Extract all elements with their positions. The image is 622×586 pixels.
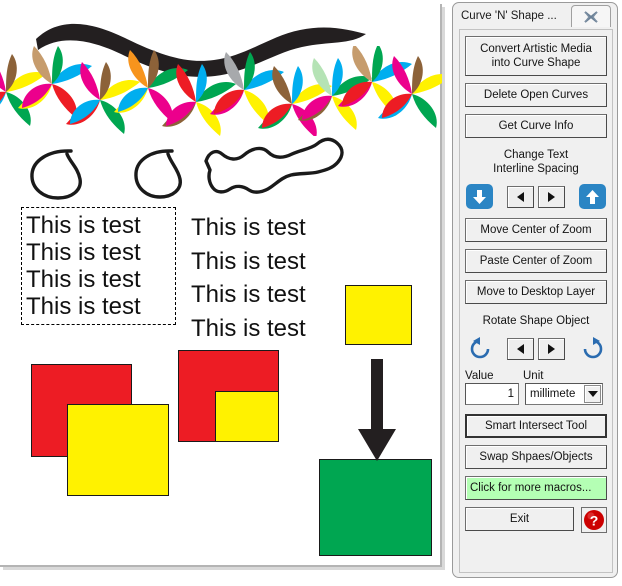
convert-label-line2: into Curve Shape [491, 57, 581, 69]
value-unit-fields: 1 millimete [465, 383, 607, 405]
get-curve-info-button[interactable]: Get Curve Info [465, 114, 607, 138]
help-question-icon: ? [584, 510, 604, 530]
triangle-right-icon [548, 343, 555, 354]
unit-selected-value: millimete [530, 388, 576, 400]
value-unit-labels: Value Unit [465, 370, 607, 382]
artwork-vector-layer [0, 23, 442, 200]
arrow-up-icon [586, 189, 599, 204]
interline-spacing-controls [465, 184, 607, 209]
svg-text:?: ? [590, 513, 599, 529]
text-line: This is test [191, 314, 306, 342]
move-to-desktop-layer-button[interactable]: Move to Desktop Layer [465, 280, 607, 304]
unit-dropdown-button[interactable] [584, 385, 601, 403]
interline-increase-button[interactable] [579, 184, 606, 209]
rotate-counterclockwise-icon [470, 336, 489, 358]
convert-artistic-media-button[interactable]: Convert Artistic Media into Curve Shape [465, 36, 607, 76]
text-line: This is test [26, 266, 141, 293]
interline-label-line1: Change Text [503, 149, 569, 161]
panel-footer: Exit ? [465, 507, 607, 533]
interline-decrease-button[interactable] [466, 184, 493, 209]
exit-button[interactable]: Exit [465, 507, 574, 531]
close-x-icon [584, 10, 598, 23]
curve-n-shape-panel: Curve 'N' Shape ... Convert Artistic Med… [452, 2, 618, 578]
rotate-shape-object-label: Rotate Shape Object [482, 315, 590, 327]
chevron-down-icon [587, 391, 598, 397]
text-block-selected[interactable]: This is test This is test This is test T… [21, 207, 176, 325]
text-line: This is test [26, 212, 141, 239]
help-button[interactable]: ? [581, 507, 607, 533]
rotate-clockwise-icon [583, 336, 602, 358]
panel-title: Curve 'N' Shape ... [461, 10, 557, 22]
interline-prev-button[interactable] [507, 185, 534, 208]
unit-select[interactable]: millimete [525, 383, 603, 405]
text-line: This is test [26, 293, 141, 320]
green-rectangle-1[interactable] [319, 459, 432, 556]
interline-next-button[interactable] [538, 185, 565, 208]
delete-open-curves-button[interactable]: Delete Open Curves [465, 83, 607, 107]
rotate-controls [465, 336, 607, 361]
colorful-pinwheel-swirl-band [0, 46, 442, 136]
interline-spacing-section-label: Change Text Interline Spacing [465, 148, 607, 176]
open-loop-curve-2 [134, 149, 182, 199]
value-input[interactable]: 1 [465, 383, 519, 405]
more-macros-button[interactable]: Click for more macros... [465, 476, 607, 500]
rotate-next-button[interactable] [538, 337, 565, 360]
triangle-right-icon [548, 191, 555, 202]
rotate-cw-button[interactable] [579, 336, 606, 361]
canvas-page[interactable]: This is test This is test This is test T… [0, 4, 442, 567]
rotate-ccw-button[interactable] [466, 336, 493, 361]
triangle-left-icon [517, 343, 524, 354]
panel-titlebar[interactable]: Curve 'N' Shape ... [453, 3, 617, 29]
convert-label-line1: Convert Artistic Media [480, 43, 592, 55]
open-loop-curve-1 [30, 149, 82, 200]
down-arrow-shape[interactable] [352, 359, 402, 464]
text-line: This is test [26, 239, 141, 266]
paste-center-of-zoom-button[interactable]: Paste Center of Zoom [465, 249, 607, 273]
yellow-rectangle-2[interactable] [215, 391, 279, 442]
swap-shapes-objects-button[interactable]: Swap Shpaes/Objects [465, 445, 607, 469]
triangle-left-icon [517, 191, 524, 202]
wavy-closed-blob-curve [204, 137, 344, 194]
smart-intersect-tool-button[interactable]: Smart Intersect Tool [465, 414, 607, 438]
close-button[interactable] [571, 5, 611, 27]
text-line: This is test [191, 247, 306, 275]
yellow-rectangle-1[interactable] [67, 404, 169, 496]
interline-label-line2: Interline Spacing [493, 163, 579, 175]
rotate-prev-button[interactable] [507, 337, 534, 360]
move-center-of-zoom-button[interactable]: Move Center of Zoom [465, 218, 607, 242]
value-label: Value [465, 370, 494, 382]
document-canvas[interactable]: This is test This is test This is test T… [0, 0, 450, 572]
yellow-rectangle-3[interactable] [345, 285, 412, 345]
arrow-down-icon [473, 189, 486, 204]
text-block-plain[interactable]: This is test This is test This is test T… [187, 207, 308, 349]
panel-body: Convert Artistic Media into Curve Shape … [459, 29, 613, 573]
text-line: This is test [191, 281, 306, 308]
unit-label: Unit [523, 370, 544, 382]
text-line: This is test [191, 214, 306, 241]
